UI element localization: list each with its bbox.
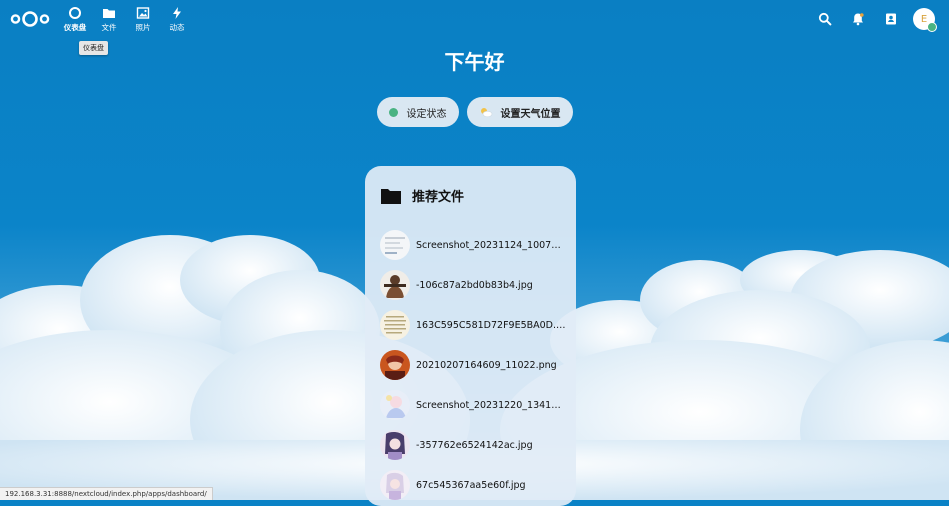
list-item[interactable]: 67c545367aa5e60f.jpg: [365, 465, 576, 505]
file-name: -357762e6524142ac.jpg: [416, 439, 533, 451]
file-thumbnail: [380, 310, 410, 340]
weather-icon: [480, 108, 492, 118]
dashboard-actions: 设定状态 设置天气位置: [0, 97, 949, 127]
nav-label-activity: 动态: [169, 23, 185, 32]
nav-item-dashboard[interactable]: 仪表盘: [58, 6, 92, 33]
list-item[interactable]: 20210207164609_11022.png: [365, 345, 576, 385]
file-name: 20210207164609_11022.png: [416, 359, 557, 371]
contacts-button[interactable]: [881, 9, 901, 29]
panel-title: 推荐文件: [412, 190, 465, 205]
activity-icon: [173, 7, 181, 19]
file-name: Screenshot_20231124_100720.png: [416, 239, 566, 251]
file-thumbnail: [380, 230, 410, 260]
notifications-icon: [853, 13, 864, 26]
online-status-icon: [388, 107, 398, 117]
user-avatar[interactable]: E: [913, 8, 937, 32]
set-weather-location-button[interactable]: 设置天气位置: [466, 97, 573, 127]
contacts-icon: [886, 13, 896, 25]
app-navigation: 仪表盘 文件 照片 动态: [58, 6, 194, 33]
search-button[interactable]: [815, 9, 835, 29]
recommended-files-panel: 推荐文件 Screenshot_20231124_100720.png -106…: [365, 166, 576, 506]
file-list: Screenshot_20231124_100720.png -106c87a2…: [365, 225, 576, 505]
file-name: 163C595C581D72F9E5BA0D.jpg: [416, 319, 566, 331]
online-status-dot: [927, 22, 937, 32]
list-item[interactable]: Screenshot_20231220_134101.png: [365, 385, 576, 425]
file-thumbnail: [380, 350, 410, 380]
image-icon: [136, 7, 150, 19]
file-thumbnail: [380, 430, 410, 460]
nextcloud-logo[interactable]: [10, 10, 50, 32]
header-right: E: [802, 8, 937, 32]
top-header: 仪表盘 文件 照片 动态 仪表盘 E: [0, 0, 949, 55]
search-icon: [818, 12, 832, 26]
file-thumbnail: [380, 390, 410, 420]
list-item[interactable]: Screenshot_20231124_100720.png: [365, 225, 576, 265]
notifications-button[interactable]: [848, 9, 868, 29]
nav-label-photos: 照片: [135, 23, 151, 32]
file-name: Screenshot_20231220_134101.png: [416, 399, 566, 411]
greeting-title: 下午好: [444, 50, 505, 74]
panel-header: 推荐文件: [365, 166, 576, 205]
list-item[interactable]: -357762e6524142ac.jpg: [365, 425, 576, 465]
dashboard-icon: [69, 7, 81, 19]
list-item[interactable]: 163C595C581D72F9E5BA0D.jpg: [365, 305, 576, 345]
browser-status-url: 192.168.3.31:8888/nextcloud/index.php/ap…: [0, 487, 213, 500]
file-thumbnail: [380, 470, 410, 500]
nav-item-files[interactable]: 文件: [92, 6, 126, 33]
set-status-button[interactable]: 设定状态: [376, 97, 459, 127]
nav-item-activity[interactable]: 动态: [160, 6, 194, 33]
nav-label-dashboard: 仪表盘: [63, 23, 87, 32]
set-status-label: 设定状态: [406, 108, 447, 120]
file-name: 67c545367aa5e60f.jpg: [416, 479, 526, 491]
set-weather-location-label: 设置天气位置: [500, 108, 561, 120]
nav-item-photos[interactable]: 照片: [126, 6, 160, 33]
nav-label-files: 文件: [101, 23, 117, 32]
file-thumbnail: [380, 270, 410, 300]
folder-icon: [381, 188, 401, 204]
folder-icon: [103, 9, 115, 18]
file-name: -106c87a2bd0b83b4.jpg: [416, 279, 533, 291]
avatar-initial: E: [920, 13, 928, 25]
list-item[interactable]: -106c87a2bd0b83b4.jpg: [365, 265, 576, 305]
